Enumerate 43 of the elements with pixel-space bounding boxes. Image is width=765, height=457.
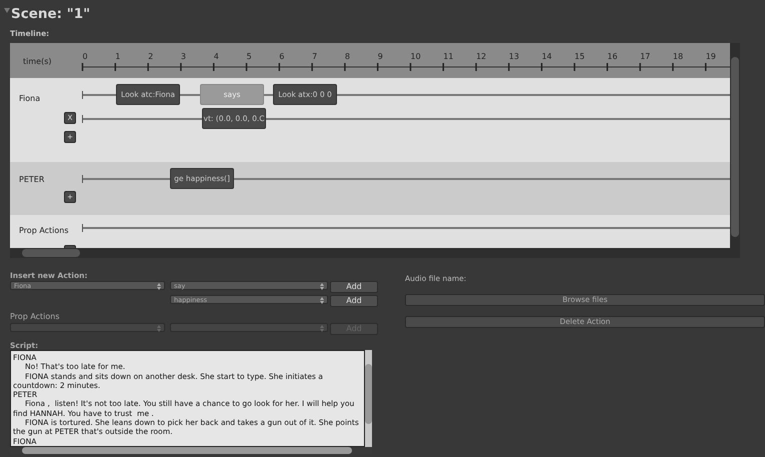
dropdown[interactable] (10, 323, 165, 332)
vertical-scrollbar[interactable] (730, 43, 740, 248)
tick-label: 6 (279, 52, 284, 61)
tick-label: 0 (82, 52, 88, 61)
horizontal-scrollbar[interactable] (10, 248, 740, 258)
expand-triangle-icon[interactable] (4, 8, 10, 13)
scrollbar-thumb[interactable] (365, 364, 372, 424)
tick-label: 12 (476, 52, 486, 61)
scrollbar-thumb[interactable] (22, 249, 80, 257)
dropdown-arrows-icon (320, 296, 324, 304)
tick-label: 15 (574, 52, 585, 61)
tick-label: 13 (508, 52, 520, 61)
dropdown-arrows-icon (320, 282, 324, 290)
tick-label: 10 (410, 52, 421, 61)
section-label: Prop Actions (10, 311, 61, 323)
track-name: Fiona (19, 93, 40, 105)
track-name: PETER (19, 174, 44, 186)
tick-label: 16 (607, 52, 618, 61)
add-button[interactable]: Add (330, 295, 378, 307)
add-button[interactable]: Add (330, 281, 378, 293)
tick-label: 4 (214, 52, 219, 61)
tick-label: 14 (542, 52, 552, 61)
tick-label: 9 (378, 52, 383, 61)
tick-label: 5 (246, 52, 252, 61)
scene-title: Scene: "1" (11, 5, 90, 24)
vertical-scrollbar[interactable] (365, 350, 372, 447)
track-name: Prop Actions (19, 225, 69, 237)
tick-label: 7 (312, 52, 318, 61)
tick-label: 11 (443, 52, 454, 61)
scrollbar-thumb[interactable] (731, 57, 739, 237)
dropdown-arrows-icon (320, 324, 324, 332)
dropdown-arrows-icon (157, 282, 161, 290)
tick-label: 17 (640, 52, 650, 61)
tick-label: 18 (672, 52, 684, 61)
tick-label: 3 (180, 52, 186, 61)
tick-label: 2 (148, 52, 154, 61)
script-text-area[interactable] (10, 350, 365, 447)
tick-label: 1 (115, 52, 120, 61)
tick-label: 19 (706, 52, 716, 61)
ruler-label: time(s) (23, 56, 52, 68)
dropdown[interactable] (170, 323, 328, 332)
tick-label: 8 (344, 52, 350, 61)
dropdown-arrows-icon (157, 324, 161, 332)
